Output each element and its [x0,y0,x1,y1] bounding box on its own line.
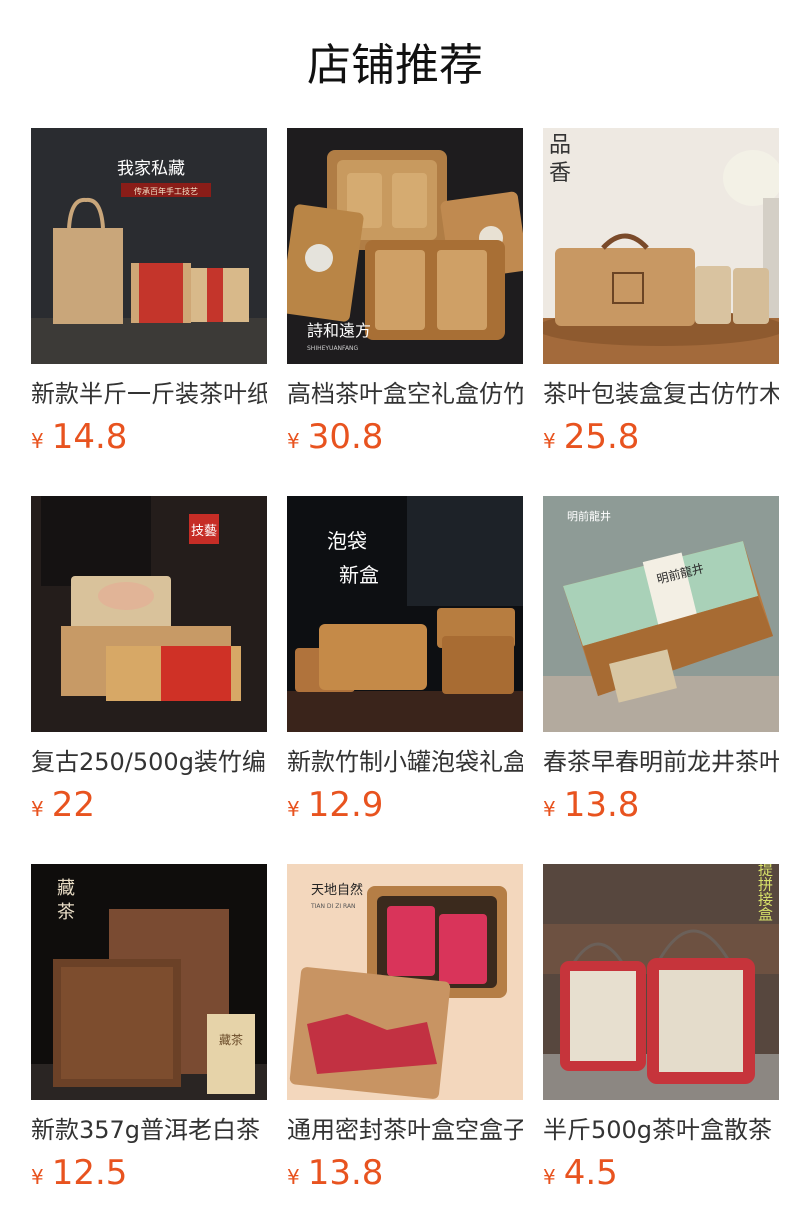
product-8-image-text-2: TIAN DI ZI RAN [310,903,356,910]
product-name[interactable]: 新款竹制小罐泡袋礼盒 [287,745,523,779]
product-2-image-text: 詩和遠方 [307,321,371,340]
product-name[interactable]: 新款357g普洱老白茶 [31,1113,267,1147]
product-5-image-text-1: 泡袋 [327,529,367,553]
product-1-image-subtext: 传承百年手工技艺 [134,186,198,196]
product-2-image-subtext: SHIHEYUANFANG [307,345,359,352]
product-7-image-text-2: 茶 [57,902,75,923]
product-card-4[interactable]: 技藝 复古250/500g装竹编 ¥22 [31,496,267,827]
product-name[interactable]: 通用密封茶叶盒空盒子 [287,1113,523,1147]
product-price: ¥30.8 [287,415,523,459]
product-price: ¥4.5 [543,1151,779,1195]
product-name[interactable]: 复古250/500g装竹编 [31,745,267,779]
product-card-1[interactable]: 我家私藏 传承百年手工技艺 新款半斤一斤装茶叶纸盒 ¥14.8 [31,128,267,459]
price-value: 4.5 [563,1153,618,1193]
product-image-6[interactable]: 明前龍井 明前龍井 [543,496,779,732]
price-value: 13.8 [563,785,640,825]
product-4-image-text: 技藝 [191,524,217,539]
product-card-7[interactable]: 藏茶 藏 茶 新款357g普洱老白茶 ¥12.5 [31,864,267,1195]
price-value: 30.8 [307,417,384,457]
product-card-9[interactable]: 手提拼接盒 半斤500g茶叶盒散茶 ¥4.5 [543,864,779,1195]
currency-symbol: ¥ [287,1165,300,1189]
product-price: ¥14.8 [31,415,267,459]
product-price: ¥12.5 [31,1151,267,1195]
price-value: 22 [51,785,95,825]
currency-symbol: ¥ [543,1165,556,1189]
right-edge-mask [779,0,790,1232]
product-name[interactable]: 新款半斤一斤装茶叶纸盒 [31,377,267,411]
product-3-image-text-2: 香 [549,161,571,186]
product-image-7[interactable]: 藏茶 藏 茶 [31,864,267,1100]
currency-symbol: ¥ [31,797,44,821]
product-8-image-text-1: 天地自然 [311,882,363,898]
product-image-9[interactable]: 手提拼接盒 [543,864,779,1100]
product-name[interactable]: 春茶早春明前龙井茶叶 [543,745,779,779]
product-image-2[interactable]: 詩和遠方 SHIHEYUANFANG [287,128,523,364]
page-title: 店铺推荐 [307,40,483,91]
product-price: ¥22 [31,783,267,827]
price-value: 25.8 [563,417,640,457]
product-price: ¥13.8 [543,783,779,827]
product-card-3[interactable]: 品 香 茶叶包装盒复古仿竹木 ¥25.8 [543,128,779,459]
product-card-5[interactable]: 泡袋 新盒 新款竹制小罐泡袋礼盒 ¥12.9 [287,496,523,827]
currency-symbol: ¥ [287,429,300,453]
product-card-8[interactable]: 天地自然 TIAN DI ZI RAN 通用密封茶叶盒空盒子 ¥13.8 [287,864,523,1195]
product-price: ¥12.9 [287,783,523,827]
currency-symbol: ¥ [31,429,44,453]
product-7-image-text-1: 藏 [57,878,75,899]
product-9-image-text: 手提拼接盒 [756,864,774,922]
product-name[interactable]: 半斤500g茶叶盒散茶 [543,1113,779,1147]
product-price: ¥25.8 [543,415,779,459]
product-name[interactable]: 高档茶叶盒空礼盒仿竹 [287,377,523,411]
product-image-8[interactable]: 天地自然 TIAN DI ZI RAN [287,864,523,1100]
product-image-3[interactable]: 品 香 [543,128,779,364]
product-card-6[interactable]: 明前龍井 明前龍井 春茶早春明前龙井茶叶 ¥13.8 [543,496,779,827]
currency-symbol: ¥ [31,1165,44,1189]
product-image-5[interactable]: 泡袋 新盒 [287,496,523,732]
currency-symbol: ¥ [543,797,556,821]
product-image-1[interactable]: 我家私藏 传承百年手工技艺 [31,128,267,364]
product-image-4[interactable]: 技藝 [31,496,267,732]
product-card-2[interactable]: 詩和遠方 SHIHEYUANFANG 高档茶叶盒空礼盒仿竹 ¥30.8 [287,128,523,459]
price-value: 13.8 [307,1153,384,1193]
price-value: 14.8 [51,417,128,457]
product-name[interactable]: 茶叶包装盒复古仿竹木 [543,377,779,411]
product-3-image-text-1: 品 [549,133,571,158]
price-value: 12.9 [307,785,384,825]
product-7-image-text-3: 藏茶 [219,1032,243,1047]
product-1-image-text: 我家私藏 [117,159,185,179]
currency-symbol: ¥ [543,429,556,453]
currency-symbol: ¥ [287,797,300,821]
product-6-image-text-2: 明前龍井 [567,509,611,523]
product-5-image-text-2: 新盒 [339,563,379,587]
product-price: ¥13.8 [287,1151,523,1195]
price-value: 12.5 [51,1153,128,1193]
